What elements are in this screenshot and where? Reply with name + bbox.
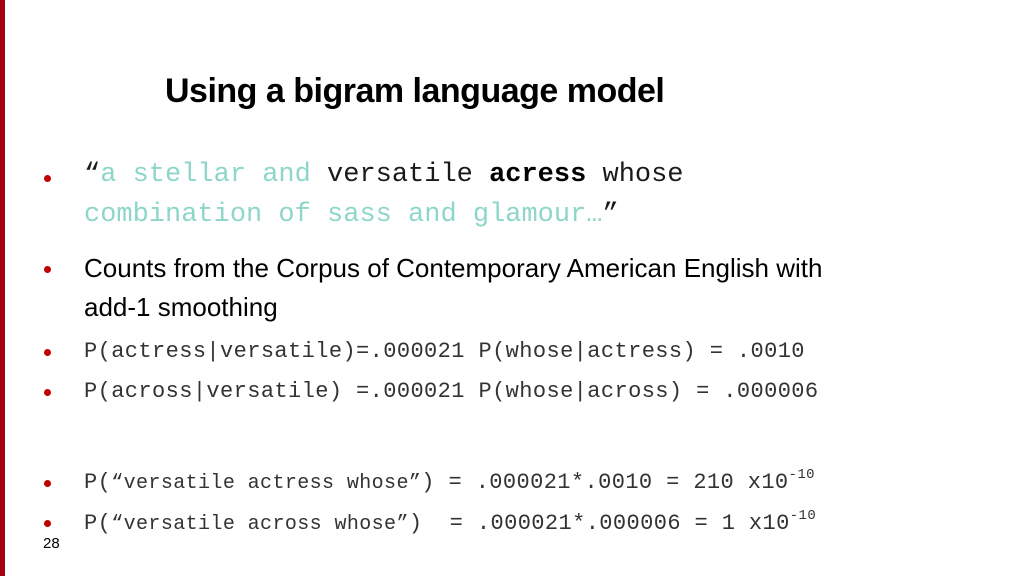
prob-text: P(across|versatile) =.000021 P(whose|acr… (84, 379, 819, 404)
joint-suffix: ) = .000021*.0010 = 210 x10 (421, 470, 789, 495)
sentence-teal-2: combination of sass and glamour… (84, 200, 603, 230)
joint-exponent: -10 (789, 508, 817, 524)
bullet-icon (44, 266, 51, 273)
counts-line-1: Counts from the Corpus of Contemporary A… (84, 253, 823, 283)
joint-exponent: -10 (788, 467, 815, 483)
sentence-line-1: “a stellar and versatile acress whose (84, 160, 684, 190)
misspelled-word: acress (489, 160, 587, 190)
slide-title: Using a bigram language model (165, 72, 665, 110)
open-quote: “ (84, 160, 101, 190)
joint-suffix: ) = .000021*.000006 = 1 x10 (408, 511, 790, 536)
counts-line-2: add-1 smoothing (84, 292, 278, 322)
prob-text: P(actress|versatile)=.000021 P(whose|act… (84, 339, 805, 364)
joint-text: P(“versatile actress whose”) = .000021*.… (84, 467, 815, 495)
bullet-icon (44, 389, 51, 396)
sentence-plain-2: whose (586, 160, 684, 190)
joint-prefix: P( (84, 511, 112, 536)
bullet-icon (44, 349, 51, 356)
slide: Using a bigram language model “a stellar… (0, 0, 1024, 576)
joint-text: P(“versatile across whose”) = .000021*.0… (84, 508, 817, 536)
joint-quoted: “versatile across whose” (111, 513, 409, 536)
close-quote: ” (602, 200, 619, 230)
bullet-icon (44, 175, 51, 182)
joint-quoted: “versatile actress whose” (111, 472, 422, 495)
accent-bar (0, 0, 5, 576)
sentence-line-2: combination of sass and glamour…” (84, 200, 619, 230)
joint-prefix: P( (84, 470, 112, 495)
bullet-icon (44, 480, 51, 487)
sentence-teal-1: a stellar and (100, 160, 311, 190)
bullet-icon (44, 520, 51, 527)
sentence-plain-1: versatile (310, 160, 490, 190)
page-number: 28 (43, 535, 60, 552)
